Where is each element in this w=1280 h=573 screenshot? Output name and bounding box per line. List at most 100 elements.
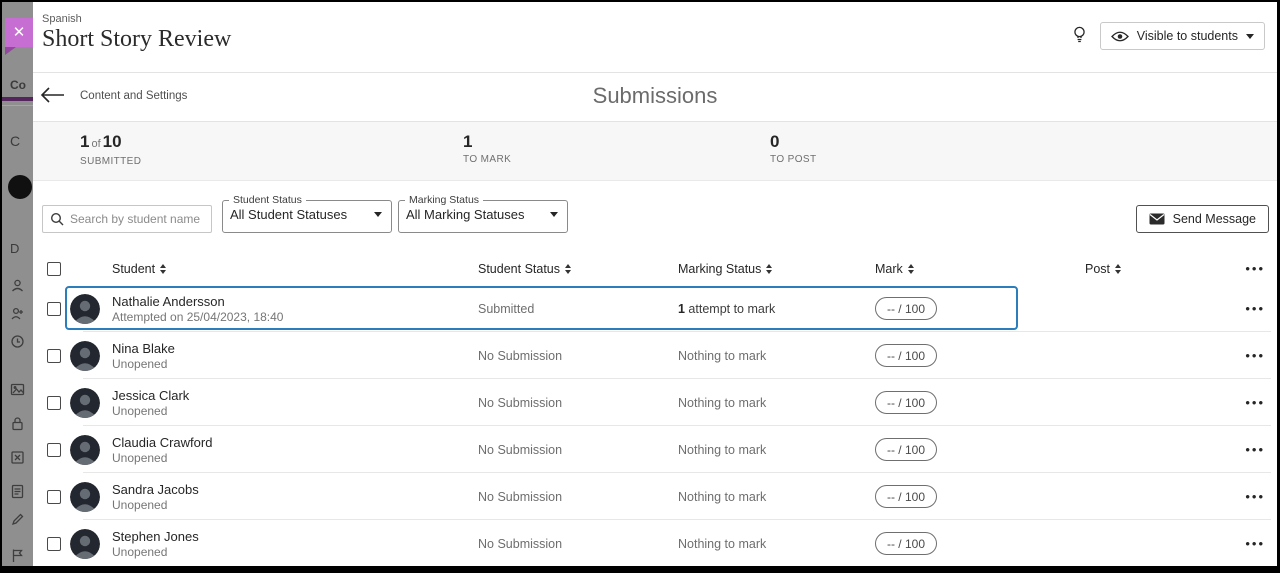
search-icon — [50, 212, 64, 226]
pencil-icon — [10, 512, 25, 527]
table-options-menu-icon[interactable]: ••• — [1245, 264, 1277, 274]
row-options-menu-icon[interactable]: ••• — [1245, 445, 1277, 455]
marking-status-value: Nothing to mark — [678, 396, 875, 410]
panel-header: Spanish Short Story Review Visible to st… — [33, 2, 1277, 73]
row-options-menu-icon[interactable]: ••• — [1245, 304, 1277, 314]
table-row[interactable]: Jessica Clark Unopened No Submission Not… — [33, 379, 1277, 426]
page-title: Submissions — [33, 83, 1277, 109]
row-options-menu-icon[interactable]: ••• — [1245, 351, 1277, 361]
marking-status-filter-value: All Marking Statuses — [406, 207, 525, 222]
mark-input-pill[interactable]: -- / 100 — [875, 485, 937, 508]
student-cell: Nina Blake Unopened — [70, 341, 478, 371]
student-subtitle: Unopened — [112, 357, 175, 371]
avatar — [70, 341, 100, 371]
backdrop-page-strip: Co C D — [2, 2, 33, 566]
person-add-icon — [10, 306, 25, 321]
row-checkbox[interactable] — [47, 443, 61, 457]
avatar — [70, 482, 100, 512]
backdrop-avatar — [8, 175, 32, 199]
marking-status-value: 1 attempt to mark — [678, 302, 875, 316]
student-subtitle: Unopened — [112, 498, 199, 512]
student-subtitle: Unopened — [112, 545, 199, 559]
close-panel-button[interactable]: ✕ — [5, 18, 33, 47]
row-checkbox[interactable] — [47, 537, 61, 551]
table-row[interactable]: Claudia Crawford Unopened No Submission … — [33, 426, 1277, 473]
backdrop-tab-label: Co — [10, 78, 26, 92]
document-icon — [10, 484, 25, 499]
close-button-tail — [5, 47, 16, 55]
chevron-down-icon — [374, 212, 382, 217]
student-name: Nathalie Andersson — [112, 294, 283, 309]
student-cell: Nathalie Andersson Attempted on 25/04/20… — [70, 294, 478, 324]
student-name: Nina Blake — [112, 341, 175, 356]
send-message-label: Send Message — [1173, 212, 1256, 226]
lock-icon — [10, 416, 25, 431]
row-options-menu-icon[interactable]: ••• — [1245, 398, 1277, 408]
row-checkbox[interactable] — [47, 396, 61, 410]
marking-status-value: Nothing to mark — [678, 443, 875, 457]
marking-status-filter-label: Marking Status — [405, 194, 483, 206]
row-checkbox[interactable] — [47, 302, 61, 316]
avatar — [70, 294, 100, 324]
student-status-value: Submitted — [478, 302, 678, 316]
student-status-value: No Submission — [478, 396, 678, 410]
table-header-row: Student Student Status Marking Status Ma… — [33, 252, 1277, 285]
avatar — [70, 529, 100, 559]
marking-status-value: Nothing to mark — [678, 490, 875, 504]
image-icon — [10, 382, 25, 397]
send-message-button[interactable]: Send Message — [1136, 205, 1269, 233]
backdrop-active-tab-underline — [2, 97, 33, 101]
student-status-filter[interactable]: Student Status All Student Statuses — [222, 194, 392, 233]
sort-icon — [766, 264, 772, 274]
row-options-menu-icon[interactable]: ••• — [1245, 539, 1277, 549]
course-name: Spanish — [42, 13, 82, 25]
x-square-icon — [10, 450, 25, 465]
table-row[interactable]: Nina Blake Unopened No Submission Nothin… — [33, 332, 1277, 379]
column-header-mark[interactable]: Mark — [875, 262, 1085, 276]
student-name: Jessica Clark — [112, 388, 189, 403]
search-input[interactable] — [70, 212, 200, 226]
divider — [2, 105, 33, 106]
visibility-dropdown[interactable]: Visible to students — [1100, 22, 1265, 50]
assignment-title: Short Story Review — [42, 26, 231, 53]
column-header-student[interactable]: Student — [70, 262, 478, 276]
table-row[interactable]: Stephen Jones Unopened No Submission Not… — [33, 520, 1277, 566]
mark-input-pill[interactable]: -- / 100 — [875, 344, 937, 367]
column-header-marking-status[interactable]: Marking Status — [678, 262, 875, 276]
stats-bar: 1of10 SUBMITTED 1 TO MARK 0 TO POST — [33, 122, 1277, 181]
mark-input-pill[interactable]: -- / 100 — [875, 297, 937, 320]
student-cell: Jessica Clark Unopened — [70, 388, 478, 418]
table-row[interactable]: Nathalie Andersson Attempted on 25/04/20… — [33, 285, 1277, 332]
envelope-icon — [1149, 213, 1165, 225]
student-status-value: No Submission — [478, 349, 678, 363]
visibility-label: Visible to students — [1137, 29, 1238, 43]
column-header-student-status[interactable]: Student Status — [478, 262, 678, 276]
filter-bar: Student Status All Student Statuses Mark… — [33, 181, 1277, 252]
avatar — [70, 435, 100, 465]
select-all-checkbox[interactable] — [47, 262, 61, 276]
student-status-value: No Submission — [478, 490, 678, 504]
stat-to-post: 0 TO POST — [770, 132, 817, 165]
sort-icon — [160, 264, 166, 274]
stat-submitted-label: SUBMITTED — [80, 156, 141, 167]
mark-input-pill[interactable]: -- / 100 — [875, 438, 937, 461]
column-header-post[interactable]: Post — [1085, 262, 1245, 276]
lightbulb-icon[interactable] — [1071, 24, 1088, 49]
row-checkbox[interactable] — [47, 490, 61, 504]
marking-status-value: Nothing to mark — [678, 537, 875, 551]
chevron-down-icon — [1246, 34, 1254, 39]
row-options-menu-icon[interactable]: ••• — [1245, 492, 1277, 502]
row-checkbox[interactable] — [47, 349, 61, 363]
mark-input-pill[interactable]: -- / 100 — [875, 391, 937, 414]
student-cell: Sandra Jacobs Unopened — [70, 482, 478, 512]
eye-icon — [1111, 31, 1129, 42]
student-subtitle: Attempted on 25/04/2023, 18:40 — [112, 310, 283, 324]
flag-icon — [10, 548, 25, 563]
avatar — [70, 388, 100, 418]
mark-input-pill[interactable]: -- / 100 — [875, 532, 937, 555]
table-row[interactable]: Sandra Jacobs Unopened No Submission Not… — [33, 473, 1277, 520]
marking-status-filter[interactable]: Marking Status All Marking Statuses — [398, 194, 568, 233]
student-name: Claudia Crawford — [112, 435, 212, 450]
student-subtitle: Unopened — [112, 404, 189, 418]
panel-nav: Content and Settings Submissions — [33, 73, 1277, 122]
